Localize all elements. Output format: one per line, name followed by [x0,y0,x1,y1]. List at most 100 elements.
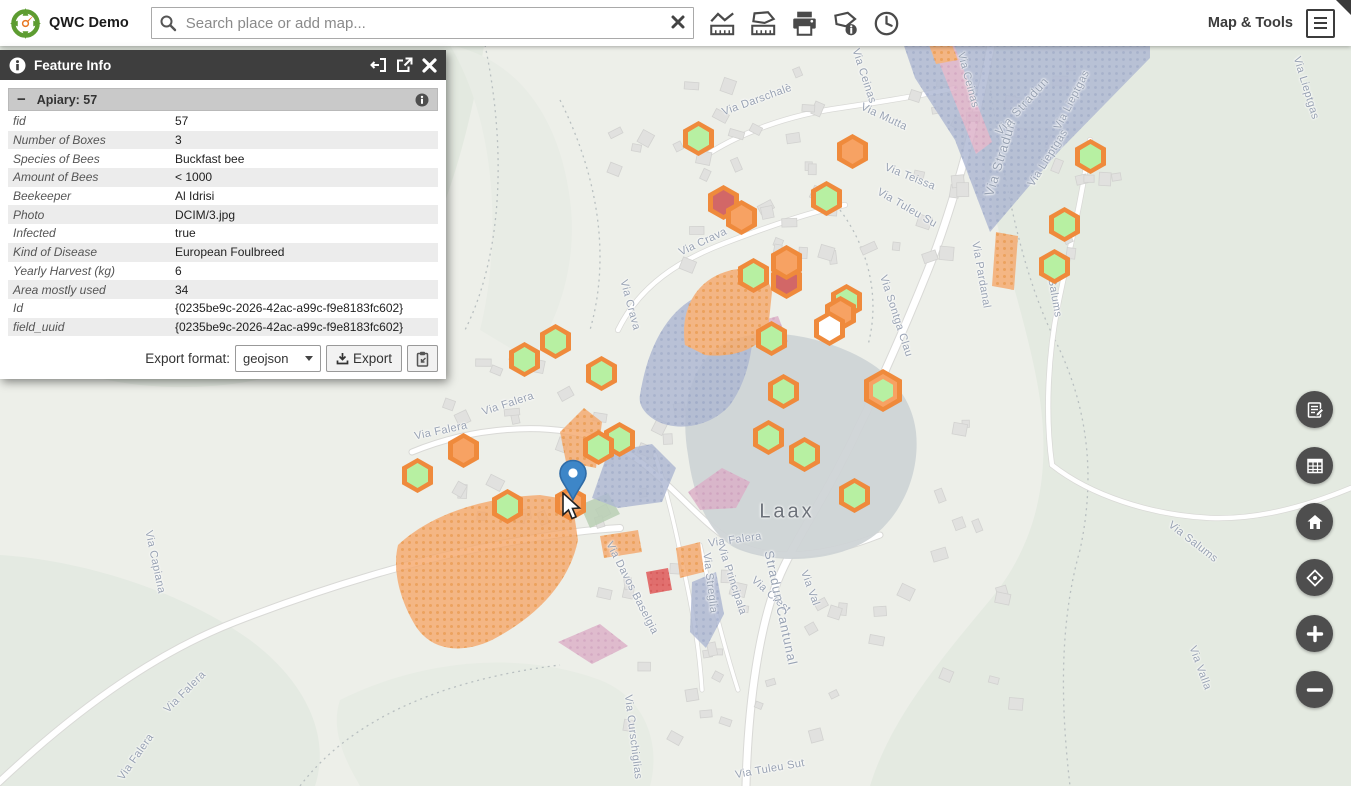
attribute-row: Area mostly used34 [8,280,438,299]
download-icon [336,352,349,365]
measure-tool-button[interactable] [707,7,739,39]
export-format-value: geojson [243,351,289,366]
map-tools-menu-label[interactable]: Map & Tools [1208,15,1293,31]
topbar: QWC Demo [0,0,1351,46]
identify-region-tool-button[interactable] [830,7,862,39]
attribute-row: fid57 [8,112,438,131]
menu-button[interactable] [1306,9,1335,38]
timeline-tool-button[interactable] [871,7,903,39]
compass-logo-icon [10,8,41,39]
apiary-marker-green[interactable] [586,356,617,391]
apiary-marker-green[interactable] [839,478,870,513]
zoom-out-button[interactable] [1296,671,1333,708]
search-box [151,7,694,39]
feature-info-window: Feature Info − Apiary: 57 [0,50,446,379]
attribute-label: Amount of Bees [8,170,175,184]
feature-info-titlebar[interactable]: Feature Info [0,50,446,80]
apiary-marker-green[interactable] [789,437,820,472]
locate-icon [1305,568,1325,588]
apiary-marker-orange[interactable] [837,134,868,169]
attribute-label: Beekeeper [8,189,175,203]
apiary-marker-green[interactable] [492,489,523,524]
attribute-table: fid57Number of Boxes3 Species of BeesBuck… [8,112,438,336]
attribute-value: DCIM/3.jpg [175,208,235,222]
export-button-label: Export [353,351,392,366]
feature-info-detail-icon[interactable] [415,93,429,107]
print-tool-button[interactable] [789,7,821,39]
attribute-value: {0235be9c-2026-42ac-a99c-f9e8183fc602} [175,301,403,315]
attribute-label: Kind of Disease [8,245,175,259]
apiary-marker-green[interactable] [1039,249,1070,284]
home-button[interactable] [1296,503,1333,540]
attribute-value: Al Idrisi [175,189,214,203]
selected-location-pin [558,459,588,501]
locate-button[interactable] [1296,559,1333,596]
apiary-marker-green[interactable] [1049,207,1080,242]
app-title: QWC Demo [49,15,129,31]
attribute-row: Amount of Bees< 1000 [8,168,438,187]
apiary-marker-green[interactable] [753,420,784,455]
attribute-label: Infected [8,226,175,240]
dock-window-icon[interactable] [370,57,387,73]
close-icon[interactable] [422,58,437,73]
attribute-table-button[interactable] [1296,447,1333,484]
attribute-row: BeekeeperAl Idrisi [8,187,438,206]
attribute-value: Buckfast bee [175,152,244,166]
clear-search-icon[interactable] [670,13,686,31]
export-format-label: Export format: [145,351,230,366]
feature-section-title: Apiary: 57 [37,93,404,107]
attribute-value: European Foulbreed [175,245,284,259]
apiary-marker-green[interactable] [402,458,433,493]
plus-icon [1305,624,1325,644]
copy-to-clipboard-button[interactable] [407,345,438,372]
attribute-row: Infectedtrue [8,224,438,243]
measure-area-icon [750,10,777,37]
report-tool-button[interactable] [1296,391,1333,428]
feature-info-title: Feature Info [34,58,362,73]
apiary-marker-green[interactable] [509,342,540,377]
attribute-label: Photo [8,208,175,222]
attribute-row: Number of Boxes3 [8,131,438,150]
clipboard-icon [415,351,430,367]
home-icon [1305,512,1325,532]
apiary-marker-green[interactable] [768,374,799,409]
attribute-label: Number of Boxes [8,133,175,147]
attribute-label: Area mostly used [8,283,175,297]
detach-window-icon[interactable] [396,57,413,73]
toolbar [707,7,903,39]
measure-area-tool-button[interactable] [748,7,780,39]
export-format-select[interactable]: geojson [235,345,321,372]
apiary-marker-double[interactable] [864,369,902,412]
collapse-icon[interactable]: − [17,95,26,105]
apiary-marker-white[interactable] [814,311,845,346]
attribute-label: Species of Bees [8,152,175,166]
feature-section-header[interactable]: − Apiary: 57 [8,88,438,111]
export-button[interactable]: Export [326,345,402,372]
attribute-row: Yearly Harvest (kg)6 [8,262,438,281]
info-icon [9,57,26,74]
report-icon [1305,400,1325,420]
zoom-in-button[interactable] [1296,615,1333,652]
apiary-marker-orange[interactable] [448,433,479,468]
apiary-marker-green[interactable] [811,181,842,216]
apiary-marker-green[interactable] [683,121,714,156]
apiary-marker-orange[interactable] [726,200,757,235]
attribute-row: PhotoDCIM/3.jpg [8,205,438,224]
search-icon [159,14,177,32]
attribute-row: Kind of DiseaseEuropean Foulbreed [8,243,438,262]
search-input[interactable] [151,7,694,39]
apiary-marker-green[interactable] [738,258,769,293]
apiary-marker-green[interactable] [1075,139,1106,174]
feature-info-body: − Apiary: 57 fid57Number of Boxes3 Specie… [0,80,446,379]
attribute-row: Id{0235be9c-2026-42ac-a99c-f9e8183fc602} [8,299,438,318]
apiary-marker-orange[interactable] [771,245,802,280]
apiary-marker-green[interactable] [756,321,787,356]
attribute-value: 34 [175,283,188,297]
minus-icon [1305,680,1325,700]
corner-notch [1336,0,1351,15]
attribute-label: fid [8,114,175,128]
clock-icon [873,10,900,37]
measure-icon [709,10,736,37]
apiary-marker-green[interactable] [540,324,571,359]
attribute-value: {0235be9c-2026-42ac-a99c-f9e8183fc602} [175,320,403,334]
